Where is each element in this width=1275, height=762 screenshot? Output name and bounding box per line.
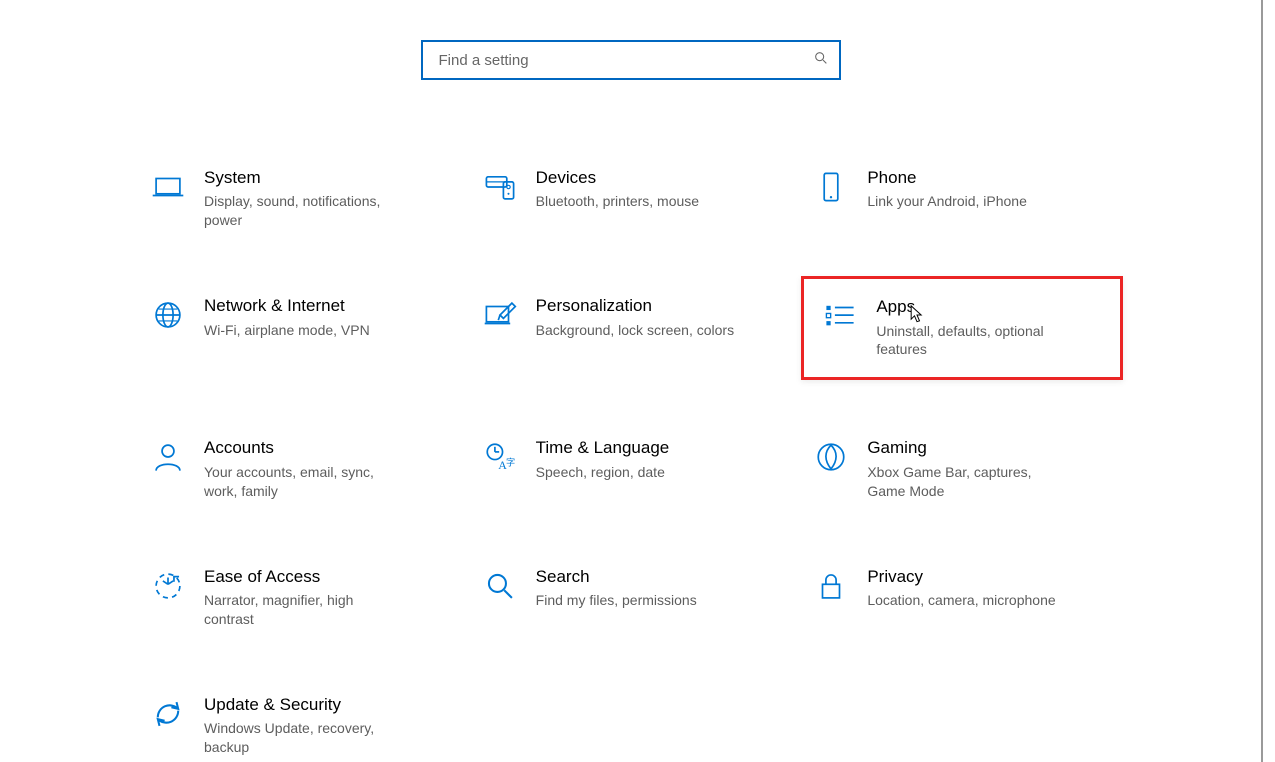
time-language-icon: A 字 bbox=[474, 438, 526, 474]
tile-search[interactable]: Search Find my files, permissions bbox=[470, 559, 792, 637]
tile-personalization[interactable]: Personalization Background, lock screen,… bbox=[470, 288, 792, 380]
tile-title: Time & Language bbox=[536, 438, 670, 458]
personalization-icon bbox=[474, 296, 526, 332]
tile-title: System bbox=[204, 168, 404, 188]
settings-grid: System Display, sound, notifications, po… bbox=[138, 160, 1123, 762]
tile-desc: Speech, region, date bbox=[536, 463, 670, 482]
tile-title: Personalization bbox=[536, 296, 734, 316]
search-input[interactable] bbox=[437, 51, 813, 70]
tile-desc: Link your Android, iPhone bbox=[867, 192, 1027, 211]
tile-desc: Bluetooth, printers, mouse bbox=[536, 192, 699, 211]
settings-home: System Display, sound, notifications, po… bbox=[0, 0, 1263, 762]
tile-title: Devices bbox=[536, 168, 699, 188]
tile-desc: Wi-Fi, airplane mode, VPN bbox=[204, 321, 370, 340]
apps-icon bbox=[814, 297, 866, 333]
tile-network[interactable]: Network & Internet Wi-Fi, airplane mode,… bbox=[138, 288, 460, 380]
tile-title: Apps bbox=[876, 297, 1076, 317]
svg-text:字: 字 bbox=[506, 457, 515, 469]
tile-time-language[interactable]: A 字 Time & Language Speech, region, date bbox=[470, 430, 792, 508]
tile-apps[interactable]: Apps Uninstall, defaults, optional featu… bbox=[801, 276, 1123, 380]
tile-desc: Windows Update, recovery, backup bbox=[204, 719, 404, 757]
ease-of-access-icon bbox=[142, 567, 194, 603]
search-container bbox=[421, 40, 841, 80]
search-category-icon bbox=[474, 567, 526, 603]
tile-update-security[interactable]: Update & Security Windows Update, recove… bbox=[138, 687, 460, 762]
gaming-icon bbox=[805, 438, 857, 474]
tile-gaming[interactable]: Gaming Xbox Game Bar, captures, Game Mod… bbox=[801, 430, 1123, 508]
tile-desc: Display, sound, notifications, power bbox=[204, 192, 404, 230]
tile-desc: Your accounts, email, sync, work, family bbox=[204, 463, 404, 501]
tile-title: Ease of Access bbox=[204, 567, 404, 587]
tile-title: Phone bbox=[867, 168, 1027, 188]
tile-desc: Find my files, permissions bbox=[536, 591, 697, 610]
lock-icon bbox=[805, 567, 857, 603]
tile-system[interactable]: System Display, sound, notifications, po… bbox=[138, 160, 460, 238]
tile-devices[interactable]: Devices Bluetooth, printers, mouse bbox=[470, 160, 792, 238]
tile-title: Update & Security bbox=[204, 695, 404, 715]
globe-icon bbox=[142, 296, 194, 332]
tile-accounts[interactable]: Accounts Your accounts, email, sync, wor… bbox=[138, 430, 460, 508]
tile-title: Privacy bbox=[867, 567, 1055, 587]
tile-ease-of-access[interactable]: Ease of Access Narrator, magnifier, high… bbox=[138, 559, 460, 637]
tile-desc: Uninstall, defaults, optional features bbox=[876, 322, 1076, 360]
tile-title: Network & Internet bbox=[204, 296, 370, 316]
tile-privacy[interactable]: Privacy Location, camera, microphone bbox=[801, 559, 1123, 637]
search-box[interactable] bbox=[421, 40, 841, 80]
tile-phone[interactable]: Phone Link your Android, iPhone bbox=[801, 160, 1123, 238]
phone-icon bbox=[805, 168, 857, 204]
tile-desc: Location, camera, microphone bbox=[867, 591, 1055, 610]
accounts-icon bbox=[142, 438, 194, 474]
search-icon bbox=[813, 50, 829, 71]
system-icon bbox=[142, 168, 194, 204]
tile-desc: Narrator, magnifier, high contrast bbox=[204, 591, 404, 629]
update-icon bbox=[142, 695, 194, 731]
tile-title: Search bbox=[536, 567, 697, 587]
tile-desc: Background, lock screen, colors bbox=[536, 321, 734, 340]
devices-icon bbox=[474, 168, 526, 204]
tile-title: Gaming bbox=[867, 438, 1067, 458]
tile-desc: Xbox Game Bar, captures, Game Mode bbox=[867, 463, 1067, 501]
tile-title: Accounts bbox=[204, 438, 404, 458]
